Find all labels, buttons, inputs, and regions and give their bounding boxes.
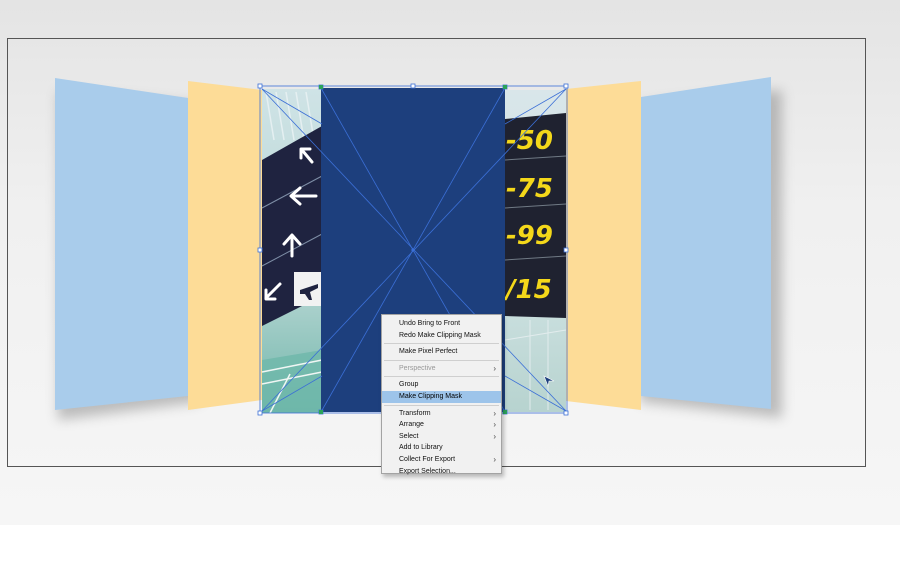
right-blue-panel[interactable]: [641, 77, 771, 409]
artwork-canvas[interactable]: -50 -75 -99 /15: [0, 0, 900, 569]
left-photo-panel[interactable]: [261, 89, 323, 414]
menu-item-label: Export Selection...: [399, 467, 456, 475]
menu-item-arrange[interactable]: Arrange ›: [382, 419, 501, 431]
menu-item-label: Add to Library: [399, 444, 443, 452]
menu-separator: [384, 359, 499, 361]
sign-number-3: -99: [506, 221, 553, 251]
sign-number-2: -75: [506, 174, 553, 204]
menu-separator: [384, 404, 499, 406]
plane-icon: [294, 272, 322, 306]
context-menu: Undo Bring to Front Redo Make Clipping M…: [381, 314, 502, 475]
menu-separator: [384, 376, 499, 378]
left-blue-panel[interactable]: [55, 78, 188, 410]
menu-item-label: Collect For Export: [399, 455, 456, 463]
sign-number-1: -50: [506, 126, 553, 156]
chevron-right-icon: ›: [493, 363, 496, 373]
menu-item-label: Transform: [399, 409, 431, 417]
menu-item-transform[interactable]: Transform ›: [382, 408, 501, 420]
left-yellow-panel[interactable]: [188, 81, 262, 410]
right-photo-panel[interactable]: -50 -75 -99 /15: [503, 90, 567, 412]
menu-item-export-selection[interactable]: Export Selection...: [382, 466, 501, 478]
menu-item-label: Select: [399, 432, 419, 440]
menu-item-label: Make Pixel Perfect: [399, 348, 458, 356]
sign-number-4: /15: [503, 275, 552, 305]
menu-item-make-pixel-perfect[interactable]: Make Pixel Perfect: [382, 346, 501, 358]
menu-item-perspective: Perspective ›: [382, 363, 501, 375]
menu-item-make-clipping-mask[interactable]: Make Clipping Mask: [382, 390, 501, 403]
chevron-right-icon: ›: [493, 431, 496, 441]
menu-item-undo-bring-to-front[interactable]: Undo Bring to Front: [382, 318, 501, 330]
menu-separator: [384, 343, 499, 345]
chevron-right-icon: ›: [493, 454, 496, 464]
chevron-right-icon: ›: [493, 420, 496, 430]
menu-item-add-to-library[interactable]: Add to Library: [382, 442, 501, 454]
right-yellow-panel[interactable]: [566, 81, 641, 410]
menu-item-label: Group: [399, 381, 419, 389]
menu-item-label: Arrange: [399, 421, 424, 429]
menu-item-select[interactable]: Select ›: [382, 431, 501, 443]
menu-item-redo-make-clipping-mask[interactable]: Redo Make Clipping Mask: [382, 330, 501, 342]
chevron-right-icon: ›: [493, 408, 496, 418]
menu-item-label: Redo Make Clipping Mask: [399, 331, 481, 339]
menu-item-label: Make Clipping Mask: [399, 392, 463, 400]
menu-item-label: Perspective: [399, 364, 436, 372]
menu-item-label: Undo Bring to Front: [399, 320, 461, 327]
menu-item-group[interactable]: Group: [382, 379, 501, 391]
menu-item-collect-for-export[interactable]: Collect For Export ›: [382, 454, 501, 466]
